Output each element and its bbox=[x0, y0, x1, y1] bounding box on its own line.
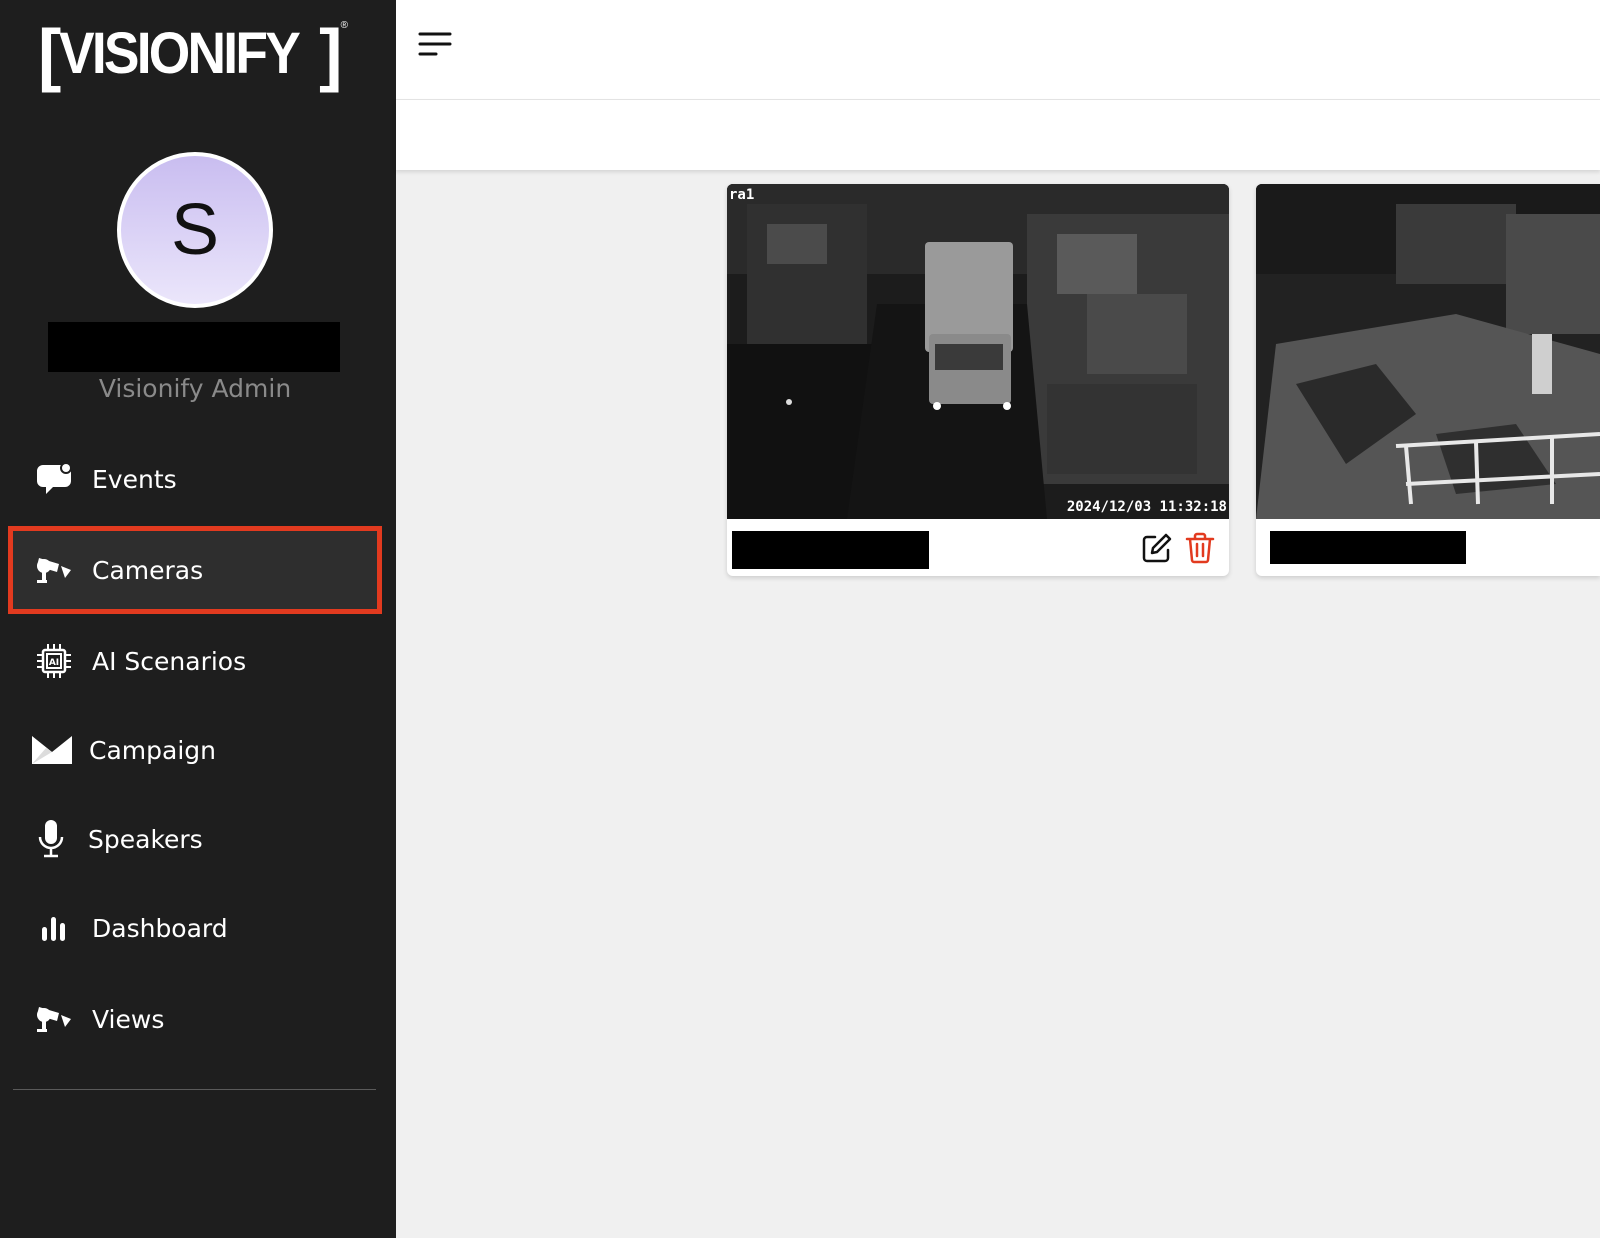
redacted-user-name bbox=[48, 322, 340, 372]
sidebar-divider bbox=[13, 1089, 376, 1090]
sidebar-item-label: Dashboard bbox=[92, 913, 228, 943]
trash-icon[interactable] bbox=[1185, 532, 1215, 564]
camera-card-footer bbox=[1256, 519, 1600, 576]
sidebar-item-campaign[interactable]: Campaign bbox=[8, 706, 382, 794]
camera-feed-image[interactable]: ra1 2024/12/03 11:32:18 bbox=[727, 184, 1229, 519]
sidebar-item-views[interactable]: Views bbox=[8, 975, 382, 1063]
bar-chart-icon bbox=[32, 906, 76, 950]
ai-chip-icon: AI bbox=[32, 639, 76, 683]
camera-card[interactable]: ra1 2024/12/03 11:32:18 bbox=[727, 184, 1229, 576]
camera-card-footer bbox=[727, 519, 1229, 576]
camera-overlay-label: ra1 bbox=[729, 187, 755, 203]
sidebar-item-cameras[interactable]: Cameras bbox=[8, 526, 382, 614]
chat-bubble-icon bbox=[32, 457, 76, 501]
sidebar-item-label: Cameras bbox=[92, 555, 204, 585]
sidebar-item-label: Events bbox=[92, 464, 177, 494]
sub-toolbar bbox=[396, 100, 1600, 170]
sidebar-item-label: Campaign bbox=[89, 735, 216, 765]
edit-icon[interactable] bbox=[1141, 532, 1173, 564]
sidebar: [ VISIONIFY ] ® S Visionify Admin Events bbox=[0, 0, 396, 1238]
security-camera-icon bbox=[32, 997, 76, 1041]
sidebar-item-events[interactable]: Events bbox=[8, 435, 382, 523]
sidebar-item-label: AI Scenarios bbox=[92, 646, 247, 676]
security-camera-icon bbox=[32, 548, 76, 592]
envelope-icon bbox=[30, 728, 74, 772]
sidebar-item-label: Views bbox=[92, 1004, 165, 1034]
logo-text: VISIONIFY bbox=[59, 21, 301, 86]
redacted-camera-name bbox=[1270, 531, 1466, 564]
sidebar-item-speakers[interactable]: Speakers bbox=[8, 795, 382, 883]
visionify-logo[interactable]: [ VISIONIFY ] ® bbox=[38, 18, 350, 90]
redacted-camera-name bbox=[732, 531, 929, 569]
camera-overlay-timestamp: 2024/12/03 11:32:18 bbox=[1066, 499, 1227, 515]
camera-card[interactable] bbox=[1256, 184, 1600, 576]
sidebar-item-dashboard[interactable]: Dashboard bbox=[8, 884, 382, 972]
svg-text:AI: AI bbox=[49, 658, 59, 668]
top-bar bbox=[396, 0, 1600, 100]
camera-feed-image[interactable] bbox=[1256, 184, 1600, 519]
sidebar-item-ai-scenarios[interactable]: AI AI Scenarios bbox=[8, 617, 382, 705]
user-role: Visionify Admin bbox=[98, 374, 292, 403]
hamburger-menu-icon[interactable] bbox=[418, 30, 452, 60]
sidebar-item-label: Speakers bbox=[88, 824, 203, 854]
microphone-icon bbox=[29, 817, 73, 861]
avatar[interactable]: S bbox=[117, 152, 273, 308]
